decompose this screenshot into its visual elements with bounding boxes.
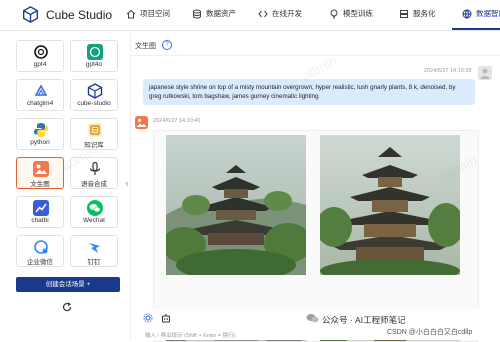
tile-label: 企业微信	[27, 259, 53, 266]
wecom-icon	[34, 240, 48, 254]
nav-label: 数据智能	[476, 9, 500, 18]
server-icon	[400, 9, 408, 18]
tile-label: chatbi	[31, 217, 49, 224]
openai-icon	[34, 45, 48, 59]
scene-tile-cube-studio[interactable]: cube-studio	[70, 79, 118, 111]
refresh-icon[interactable]	[62, 302, 72, 312]
scene-tile-text-to-image[interactable]: 文生图	[16, 157, 64, 189]
chatglm-icon	[34, 84, 48, 96]
scene-tile-gpt4o[interactable]: gpt4o	[70, 40, 118, 72]
header-divider	[131, 55, 500, 56]
nav-label: 模型训练	[343, 9, 373, 18]
knowledge-icon	[88, 123, 102, 137]
nav-item-online-dev[interactable]: 在线开发	[258, 8, 302, 19]
create-scene-button[interactable]: 创建会话场景 +	[16, 277, 120, 292]
text-to-image-icon	[33, 161, 49, 177]
wechat-watermark-icon	[306, 314, 319, 323]
database-icon	[193, 9, 201, 18]
app-logo[interactable]: Cube Studio	[22, 6, 112, 23]
tile-label: 文生图	[30, 181, 50, 188]
scene-tile-wecom[interactable]: 企业微信	[16, 235, 64, 267]
scene-tile-gpt4[interactable]: gpt4	[16, 40, 64, 72]
help-icon[interactable]: ?	[162, 40, 172, 50]
wechat-icon	[87, 200, 103, 216]
scene-tile-speech-synthesis[interactable]: 语音合成	[70, 157, 118, 189]
scene-tile-dingtalk[interactable]: 钉钉	[70, 235, 118, 267]
scene-tile-knowledge-base[interactable]: 知识库	[70, 118, 118, 150]
app-name: Cube Studio	[46, 7, 113, 22]
nav-item-projects[interactable]: 项目空间	[126, 8, 170, 19]
tile-label: python	[30, 139, 50, 146]
cube-icon	[87, 83, 103, 99]
robot-icon[interactable]	[161, 313, 171, 323]
code-icon	[258, 10, 268, 17]
nav-label: 项目空间	[140, 9, 170, 18]
chat-title: 文生图	[135, 43, 156, 50]
dingtalk-icon	[89, 243, 100, 253]
generated-image[interactable]	[320, 135, 460, 275]
scene-tile-chatbi[interactable]: chatbi	[16, 196, 64, 228]
home-icon	[126, 9, 136, 18]
tile-label: 知识库	[84, 142, 104, 149]
openai-icon	[87, 44, 103, 60]
csdn-watermark: CSDN @小白白白又白cdllp	[387, 329, 473, 336]
user-message-timestamp: 2024/6/27 14:10:28	[424, 68, 472, 74]
python-icon	[34, 123, 48, 137]
tile-label: chatglm4	[26, 100, 54, 107]
tile-label: gpt4	[33, 61, 47, 68]
bot-message-timestamp: 2024/6/27 14:10:40	[153, 118, 201, 124]
chart-icon	[33, 200, 49, 216]
cube-logo-icon	[23, 6, 38, 23]
scene-tile-chatglm4[interactable]: chatglm4	[16, 79, 64, 111]
tile-label: cube-studio	[77, 100, 111, 107]
nav-label: 在线开发	[272, 9, 302, 18]
nav-label: 数据资产	[206, 9, 236, 18]
wechat-account-watermark: 公众号 · AI工程师笔记	[322, 315, 406, 325]
user-avatar	[478, 66, 492, 80]
scene-sidebar: gpt4 gpt4o chatglm4 cube-studio python 知…	[0, 31, 131, 340]
tile-label: gpt4o	[85, 61, 103, 68]
chat-panel: 文生图 ? 2024/6/27 14:10:28 japanese style …	[131, 31, 500, 342]
nav-item-model-training[interactable]: 模型训练	[329, 8, 373, 19]
speech-icon	[89, 161, 101, 175]
active-nav-indicator	[452, 28, 500, 30]
nav-item-data-assets[interactable]: 数据资产	[192, 8, 236, 19]
top-navbar: Cube Studio 项目空间 数据资产 在线开发 模型训练 服务化 数据智能	[0, 0, 500, 31]
nav-item-serving[interactable]: 服务化	[399, 8, 436, 19]
tile-label: 语音合成	[81, 181, 107, 188]
nav-label: 服务化	[413, 9, 436, 18]
tile-label: 钉钉	[87, 259, 101, 266]
bot-avatar	[135, 116, 148, 129]
chat-input[interactable]: 输入 / 唤出提示 (Shift + Enter = 换行)	[145, 331, 235, 339]
scene-tile-python[interactable]: python	[16, 118, 64, 150]
user-prompt-bubble: japanese style shrine on top of a misty …	[143, 79, 475, 105]
globe-icon	[462, 9, 472, 19]
settings-gear-icon[interactable]	[143, 313, 153, 323]
generated-image[interactable]	[166, 135, 306, 275]
scene-tile-wechat[interactable]: Wechat	[70, 196, 118, 228]
bulb-icon	[330, 9, 338, 18]
tile-label: Wechat	[83, 217, 105, 224]
nav-item-data-intelligence[interactable]: 数据智能	[462, 8, 500, 19]
